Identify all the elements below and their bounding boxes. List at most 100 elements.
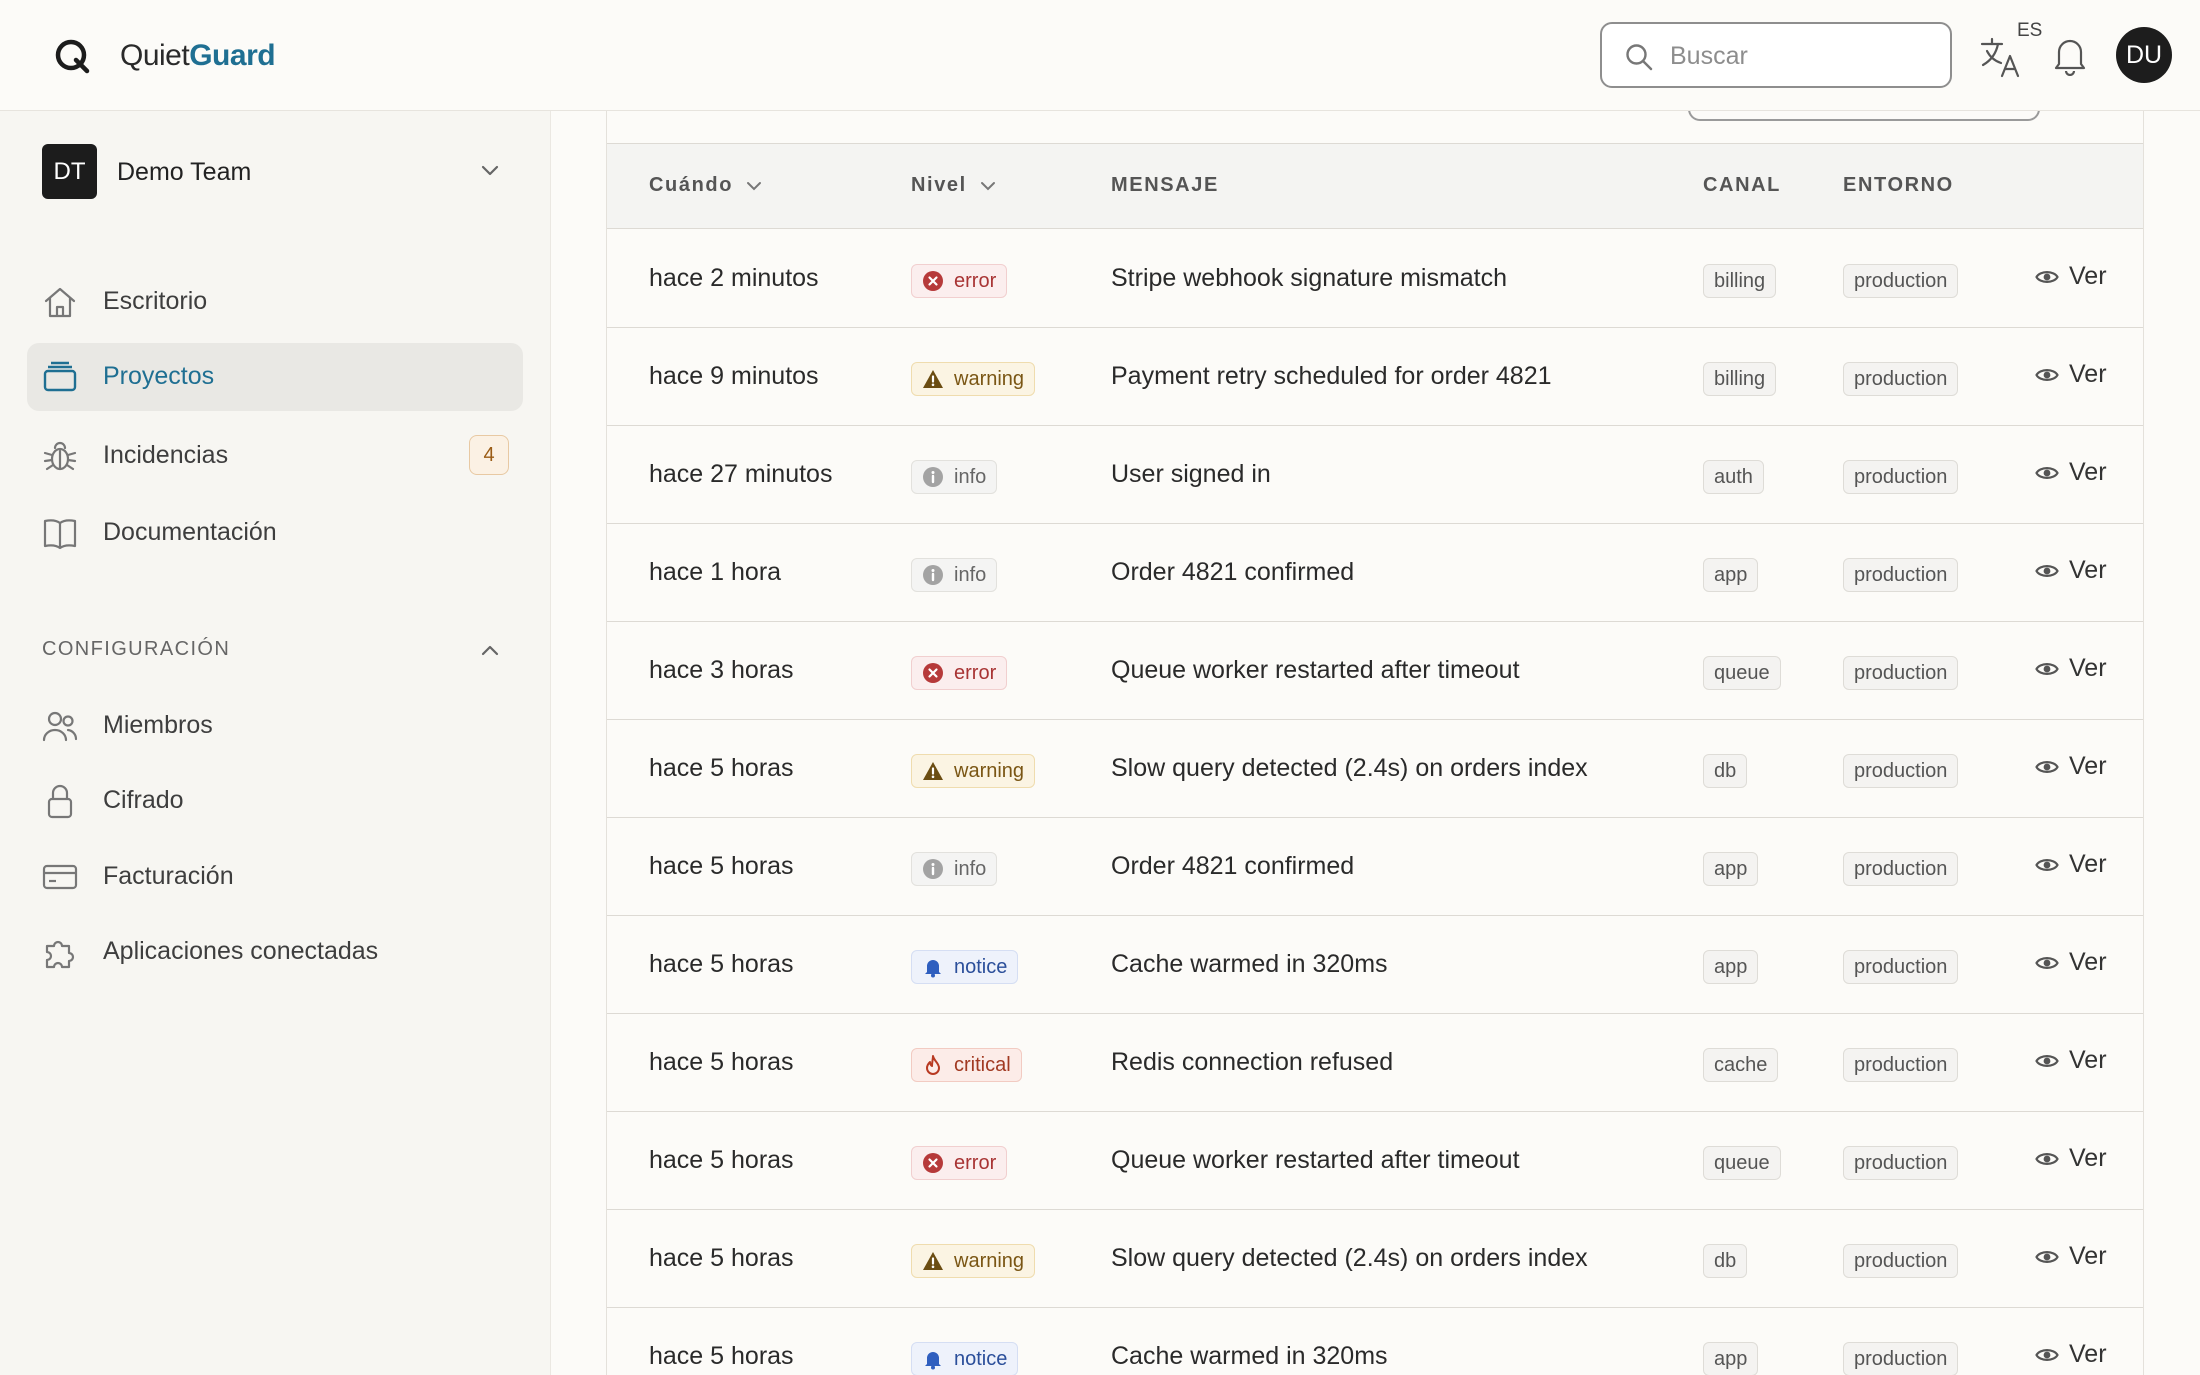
- level-badge: error: [911, 1146, 1008, 1180]
- view-button[interactable]: Ver: [2035, 1144, 2107, 1173]
- view-button[interactable]: Ver: [2035, 1340, 2107, 1369]
- view-label: Ver: [2069, 752, 2107, 780]
- level-label: warning: [954, 367, 1025, 390]
- view-label: Ver: [2069, 1340, 2107, 1368]
- language-badge[interactable]: ES: [2017, 20, 2042, 42]
- environment-tag: production: [1843, 852, 1959, 886]
- level-badge: error: [911, 656, 1008, 690]
- brand-name-part2: Guard: [189, 39, 276, 72]
- eye-icon: [2035, 564, 2059, 577]
- environment-tag: production: [1843, 1146, 1959, 1180]
- puzzle-icon: [45, 940, 75, 969]
- warning-icon: [922, 1250, 944, 1272]
- view-button[interactable]: Ver: [2035, 458, 2107, 487]
- table-row[interactable]: hace 5 horas error Queue worker restarted …: [607, 1112, 2143, 1210]
- table-row[interactable]: hace 1 hora info Order 4821 confirmed app pr…: [607, 524, 2143, 622]
- cell-when: hace 5 horas: [649, 852, 794, 880]
- eye-icon: [2035, 662, 2059, 675]
- channel-tag: auth: [1703, 460, 1764, 494]
- cell-message: Redis connection refused: [1111, 1048, 1394, 1076]
- view-button[interactable]: Ver: [2035, 556, 2107, 585]
- view-button[interactable]: Ver: [2035, 360, 2107, 389]
- sidebar-item-documentacion[interactable]: Documentación: [27, 499, 523, 567]
- cell-when: hace 5 horas: [649, 950, 794, 978]
- sidebar-item-escritorio[interactable]: Escritorio: [27, 268, 523, 336]
- search-box[interactable]: [1600, 22, 1952, 88]
- environment-tag: production: [1843, 362, 1959, 396]
- chevron-down-icon: [980, 181, 995, 190]
- view-button[interactable]: Ver: [2035, 850, 2107, 879]
- cell-when: hace 5 horas: [649, 1146, 794, 1174]
- table-row[interactable]: hace 5 horas info Order 4821 confirmed app p…: [607, 818, 2143, 916]
- cell-when: hace 9 minutos: [649, 362, 819, 390]
- table-row[interactable]: hace 5 horas critical Redis connection ref…: [607, 1014, 2143, 1112]
- cell-when: hace 5 horas: [649, 1342, 794, 1370]
- table-row[interactable]: hace 2 minutos error Stripe webhook signat…: [607, 230, 2143, 328]
- column-when[interactable]: Cuándo: [649, 174, 763, 197]
- info-icon: [922, 858, 944, 880]
- view-button[interactable]: Ver: [2035, 1242, 2107, 1271]
- view-label: Ver: [2069, 458, 2107, 486]
- warning-icon: [922, 760, 944, 782]
- config-section-title: CONFIGURACIÓN: [42, 638, 231, 660]
- bell-icon[interactable]: [2050, 34, 2090, 76]
- table-row[interactable]: hace 5 horas notice Cache warmed in 320ms a…: [607, 1308, 2143, 1375]
- channel-tag: db: [1703, 1244, 1748, 1278]
- table-row[interactable]: hace 9 minutos warning Payment retry sched…: [607, 328, 2143, 426]
- table-row[interactable]: hace 27 minutos info User signed in auth pro…: [607, 426, 2143, 524]
- sidebar-item-incidencias[interactable]: Incidencias 4: [27, 422, 523, 490]
- sidebar: DT Demo Team Escritorio Proyectos Incide…: [0, 111, 551, 1375]
- view-button[interactable]: Ver: [2035, 1046, 2107, 1075]
- sidebar-item-proyectos[interactable]: Proyectos: [27, 343, 523, 411]
- view-label: Ver: [2069, 1046, 2107, 1074]
- channel-tag: queue: [1703, 656, 1781, 690]
- level-label: error: [954, 269, 997, 292]
- view-label: Ver: [2069, 360, 2107, 388]
- brand-name-part1: Quiet: [120, 39, 190, 72]
- chevron-up-icon[interactable]: [480, 641, 500, 661]
- channel-tag: db: [1703, 754, 1748, 788]
- channel-tag: cache: [1703, 1048, 1779, 1082]
- eye-icon: [2035, 1250, 2059, 1263]
- bug-icon: [43, 441, 77, 471]
- notice-icon: [922, 1348, 944, 1370]
- view-label: Ver: [2069, 262, 2107, 290]
- level-label: error: [954, 1151, 997, 1174]
- sidebar-item-cifrado[interactable]: Cifrado: [27, 767, 523, 835]
- column-when-label: Cuándo: [649, 174, 734, 196]
- view-button[interactable]: Ver: [2035, 262, 2107, 291]
- level-badge: error: [911, 264, 1008, 298]
- team-switcher[interactable]: DT Demo Team: [42, 144, 512, 200]
- level-label: critical: [954, 1053, 1011, 1076]
- environment-tag: production: [1843, 1244, 1959, 1278]
- table-row[interactable]: hace 5 horas warning Slow query detected (…: [607, 1210, 2143, 1308]
- user-avatar[interactable]: DU: [2116, 27, 2172, 83]
- sidebar-item-aplicaciones-conectadas[interactable]: Aplicaciones conectadas: [27, 918, 523, 986]
- error-icon: [922, 662, 944, 684]
- table-row[interactable]: hace 5 horas notice Cache warmed in 320ms a…: [607, 916, 2143, 1014]
- view-button[interactable]: Ver: [2035, 752, 2107, 781]
- brand-name[interactable]: QuietGuard: [120, 38, 276, 74]
- cell-message: Payment retry scheduled for order 4821: [1111, 362, 1552, 390]
- environment-tag: production: [1843, 656, 1959, 690]
- quietguard-logo-icon[interactable]: [52, 36, 92, 76]
- level-label: error: [954, 661, 997, 684]
- view-label: Ver: [2069, 850, 2107, 878]
- view-button[interactable]: Ver: [2035, 948, 2107, 977]
- info-icon: [922, 564, 944, 586]
- sidebar-item-miembros[interactable]: Miembros: [27, 692, 523, 760]
- level-badge: info: [911, 852, 998, 886]
- column-level[interactable]: Nivel: [911, 174, 997, 197]
- notice-icon: [922, 956, 944, 978]
- level-badge: notice: [911, 950, 1019, 984]
- environment-tag: production: [1843, 558, 1959, 592]
- view-button[interactable]: Ver: [2035, 654, 2107, 683]
- cell-message: User signed in: [1111, 460, 1271, 488]
- cell-message: Stripe webhook signature mismatch: [1111, 264, 1508, 292]
- table-row[interactable]: hace 5 horas warning Slow query detected (…: [607, 720, 2143, 818]
- sidebar-item-facturacion[interactable]: Facturación: [27, 843, 523, 911]
- search-input[interactable]: [1670, 36, 1940, 76]
- cell-message: Slow query detected (2.4s) on orders ind…: [1111, 1244, 1588, 1272]
- table-row[interactable]: hace 3 horas error Queue worker restarted …: [607, 622, 2143, 720]
- cell-message: Order 4821 confirmed: [1111, 852, 1355, 880]
